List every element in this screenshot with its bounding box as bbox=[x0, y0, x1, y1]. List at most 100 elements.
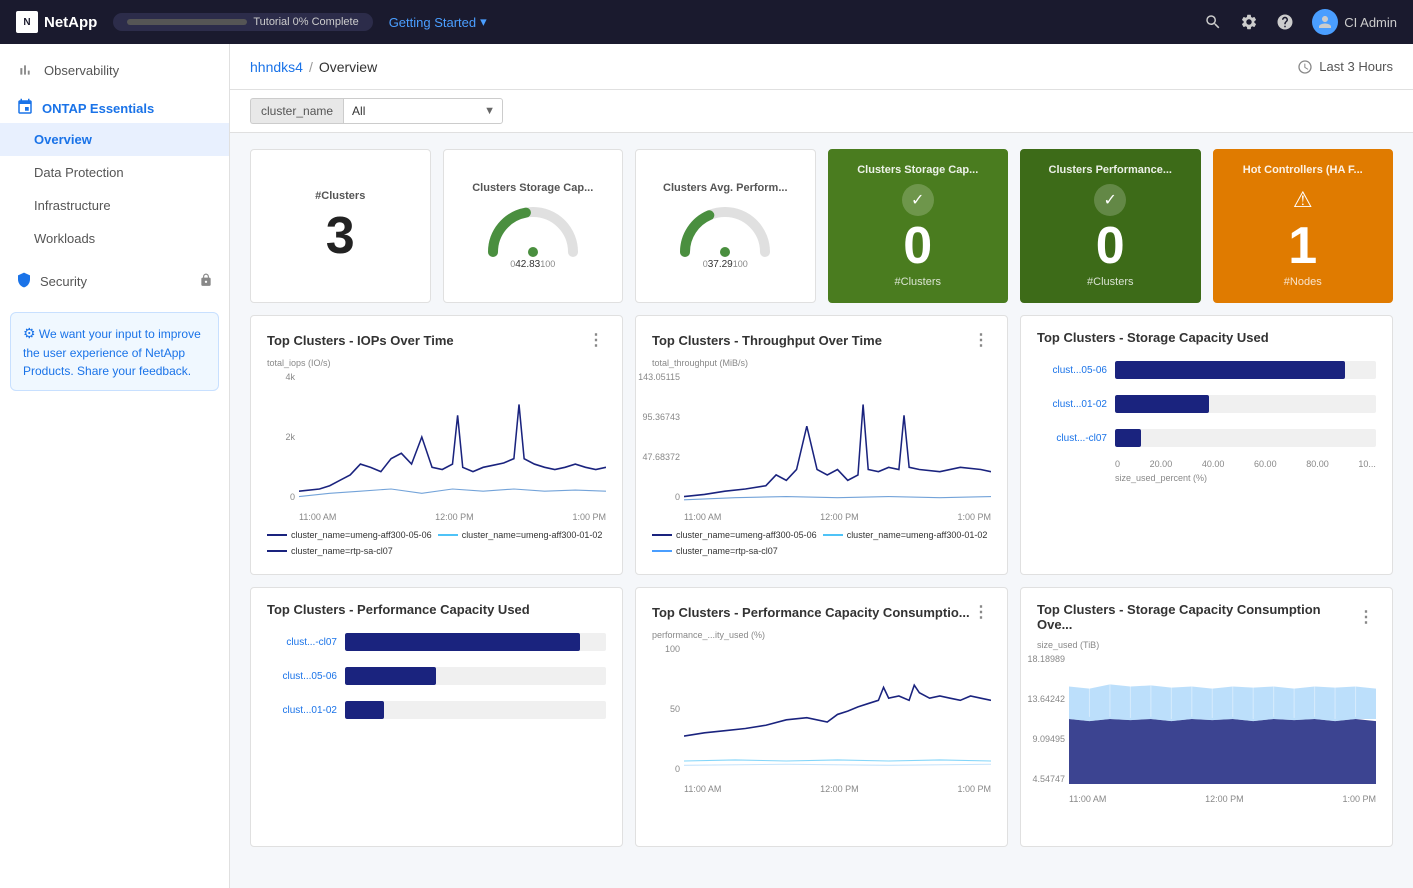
chart-throughput-menu[interactable]: ⋮ bbox=[973, 330, 991, 350]
user-menu[interactable]: CI Admin bbox=[1312, 9, 1397, 35]
charts-row-2: Top Clusters - Performance Capacity Used… bbox=[250, 587, 1393, 847]
bar-chart-icon bbox=[16, 61, 34, 79]
stat-avg-perf[interactable]: Clusters Avg. Perform... 0 37.29 100 bbox=[635, 149, 816, 303]
bar-row-1: clust...01-02 bbox=[1037, 395, 1376, 413]
throughput-y-mid2: 47.68372 bbox=[642, 452, 680, 462]
chart-perf-cap-title-text: Top Clusters - Performance Capacity Used bbox=[267, 602, 530, 617]
logo-icon: N bbox=[16, 11, 38, 33]
chart-perf-consump-menu[interactable]: ⋮ bbox=[973, 602, 991, 622]
app-logo[interactable]: N NetApp bbox=[16, 11, 97, 33]
sidebar-ontap-header[interactable]: ONTAP Essentials bbox=[0, 88, 229, 123]
throughput-x-0: 11:00 AM bbox=[684, 512, 721, 522]
storage-consump-y-label: size_used (TiB) bbox=[1037, 640, 1376, 650]
feedback-text: We want your input to improve the user e… bbox=[23, 327, 201, 378]
chart-throughput[interactable]: Top Clusters - Throughput Over Time ⋮ to… bbox=[635, 315, 1008, 575]
legend-tp-dot-1 bbox=[823, 534, 843, 536]
breadcrumb-separator: / bbox=[309, 59, 313, 75]
iops-legend: cluster_name=umeng-aff300-05-06 cluster_… bbox=[267, 530, 606, 556]
search-icon[interactable] bbox=[1204, 13, 1222, 31]
bar-label-2: clust...-cl07 bbox=[1037, 433, 1107, 444]
stat-dark-green-clusters[interactable]: Clusters Performance... ✓ 0 #Clusters bbox=[1020, 149, 1201, 303]
throughput-legend: cluster_name=umeng-aff300-05-06 cluster_… bbox=[652, 530, 991, 556]
chart-storage-consump-menu[interactable]: ⋮ bbox=[1358, 607, 1376, 627]
perf-bar-label-2: clust...01-02 bbox=[267, 705, 337, 716]
perf-consump-y-label: performance_...ity_used (%) bbox=[652, 630, 991, 640]
breadcrumb-link[interactable]: hhndks4 bbox=[250, 59, 303, 75]
stat-dark-green-value: 0 bbox=[1096, 220, 1125, 272]
sc-x-2: 1:00 PM bbox=[1342, 794, 1376, 804]
chart-storage-cap[interactable]: Top Clusters - Storage Capacity Used clu… bbox=[1020, 315, 1393, 575]
throughput-x-2: 1:00 PM bbox=[957, 512, 991, 522]
stat-orange-sub: #Nodes bbox=[1284, 276, 1322, 288]
sidebar-item-overview[interactable]: Overview bbox=[0, 123, 229, 156]
filter-select[interactable]: All bbox=[343, 98, 503, 124]
throughput-y-axis: 143.05115 95.36743 47.68372 0 bbox=[652, 372, 680, 502]
perf-x-1: 12:00 PM bbox=[820, 784, 859, 794]
chart-iops-title: Top Clusters - IOPs Over Time ⋮ bbox=[267, 330, 606, 350]
getting-started-button[interactable]: Getting Started ▾ bbox=[389, 14, 487, 30]
stats-row: #Clusters 3 Clusters Storage Cap... 0 42… bbox=[250, 149, 1393, 303]
feedback-box[interactable]: ⚙ We want your input to improve the user… bbox=[10, 312, 219, 391]
charts-row-1: Top Clusters - IOPs Over Time ⋮ total_io… bbox=[250, 315, 1393, 575]
perf-bar-fill-2 bbox=[345, 701, 384, 719]
stat-green-clusters[interactable]: Clusters Storage Cap... ✓ 0 #Clusters bbox=[828, 149, 1009, 303]
legend-tp-2-label: cluster_name=rtp-sa-cl07 bbox=[676, 546, 778, 556]
chart-perf-consump-title: Top Clusters - Performance Capacity Cons… bbox=[652, 602, 991, 622]
legend-dot-light bbox=[438, 534, 458, 536]
help-icon[interactable] bbox=[1276, 13, 1294, 31]
sidebar-item-data-protection[interactable]: Data Protection bbox=[0, 156, 229, 189]
time-filter[interactable]: Last 3 Hours bbox=[1297, 59, 1393, 75]
tutorial-label: Tutorial 0% Complete bbox=[253, 16, 358, 28]
chart-storage-cap-title: Top Clusters - Storage Capacity Used bbox=[1037, 330, 1376, 345]
chart-iops[interactable]: Top Clusters - IOPs Over Time ⋮ total_io… bbox=[250, 315, 623, 575]
chart-perf-consump[interactable]: Top Clusters - Performance Capacity Cons… bbox=[635, 587, 1008, 847]
tutorial-bar[interactable]: Tutorial 0% Complete bbox=[113, 13, 372, 31]
perf-bar-track-0 bbox=[345, 633, 606, 651]
avg-perf-gauge-max: 100 bbox=[733, 259, 748, 270]
chart-storage-consump-title: Top Clusters - Storage Capacity Consumpt… bbox=[1037, 602, 1376, 632]
stat-green-clusters-value: 0 bbox=[903, 220, 932, 272]
perf-bar-fill-1 bbox=[345, 667, 436, 685]
sidebar-item-infrastructure[interactable]: Infrastructure bbox=[0, 189, 229, 222]
chart-throughput-title-text: Top Clusters - Throughput Over Time bbox=[652, 333, 882, 348]
sc-y4: 4.54747 bbox=[1032, 774, 1065, 784]
stat-green-clusters-sub: #Clusters bbox=[895, 276, 941, 288]
stat-storage-cap[interactable]: Clusters Storage Cap... 0 42.83 100 bbox=[443, 149, 624, 303]
perf-y-mid: 50 bbox=[670, 704, 680, 714]
bar-track-2 bbox=[1115, 429, 1376, 447]
storage-consump-x-axis: 11:00 AM 12:00 PM 1:00 PM bbox=[1069, 786, 1376, 804]
perf-y-min: 0 bbox=[675, 764, 680, 774]
x-1: 20.00 bbox=[1150, 459, 1173, 469]
bar-track-1 bbox=[1115, 395, 1376, 413]
iops-y-label: total_iops (IO/s) bbox=[267, 358, 606, 368]
perf-y-max: 100 bbox=[665, 644, 680, 654]
legend-iops-0: cluster_name=umeng-aff300-05-06 bbox=[267, 530, 432, 540]
filter-label: cluster_name bbox=[250, 98, 343, 124]
storage-consump-plot bbox=[1069, 654, 1376, 784]
chart-iops-menu[interactable]: ⋮ bbox=[588, 330, 606, 350]
sidebar-item-workloads[interactable]: Workloads bbox=[0, 222, 229, 255]
settings-icon[interactable] bbox=[1240, 13, 1258, 31]
stat-orange-nodes[interactable]: Hot Controllers (HA F... ⚠ 1 #Nodes bbox=[1213, 149, 1394, 303]
legend-iops-1: cluster_name=umeng-aff300-01-02 bbox=[438, 530, 603, 540]
iops-plot bbox=[299, 372, 606, 502]
sidebar-observability-label: Observability bbox=[44, 63, 119, 78]
legend-tp-2: cluster_name=rtp-sa-cl07 bbox=[652, 546, 778, 556]
time-filter-label: Last 3 Hours bbox=[1319, 59, 1393, 74]
throughput-x-axis: 11:00 AM 12:00 PM 1:00 PM bbox=[684, 504, 991, 522]
breadcrumb: hhndks4 / Overview bbox=[250, 59, 377, 75]
chart-perf-cap[interactable]: Top Clusters - Performance Capacity Used… bbox=[250, 587, 623, 847]
stat-orange-title: Hot Controllers (HA F... bbox=[1243, 164, 1363, 176]
x-5: 10... bbox=[1358, 459, 1376, 469]
sc-x-0: 11:00 AM bbox=[1069, 794, 1106, 804]
chart-iops-title-text: Top Clusters - IOPs Over Time bbox=[267, 333, 454, 348]
stat-clusters[interactable]: #Clusters 3 bbox=[250, 149, 431, 303]
chart-storage-consump[interactable]: Top Clusters - Storage Capacity Consumpt… bbox=[1020, 587, 1393, 847]
stat-dark-green-sub: #Clusters bbox=[1087, 276, 1133, 288]
sidebar-item-security[interactable]: Security bbox=[0, 263, 229, 300]
chart-perf-consump-title-text: Top Clusters - Performance Capacity Cons… bbox=[652, 605, 970, 620]
sidebar-item-observability[interactable]: Observability bbox=[0, 52, 229, 88]
throughput-y-mid: 95.36743 bbox=[642, 412, 680, 422]
iops-y-axis: 4k 2k 0 bbox=[267, 372, 295, 502]
perf-bar-label-0: clust...-cl07 bbox=[267, 637, 337, 648]
